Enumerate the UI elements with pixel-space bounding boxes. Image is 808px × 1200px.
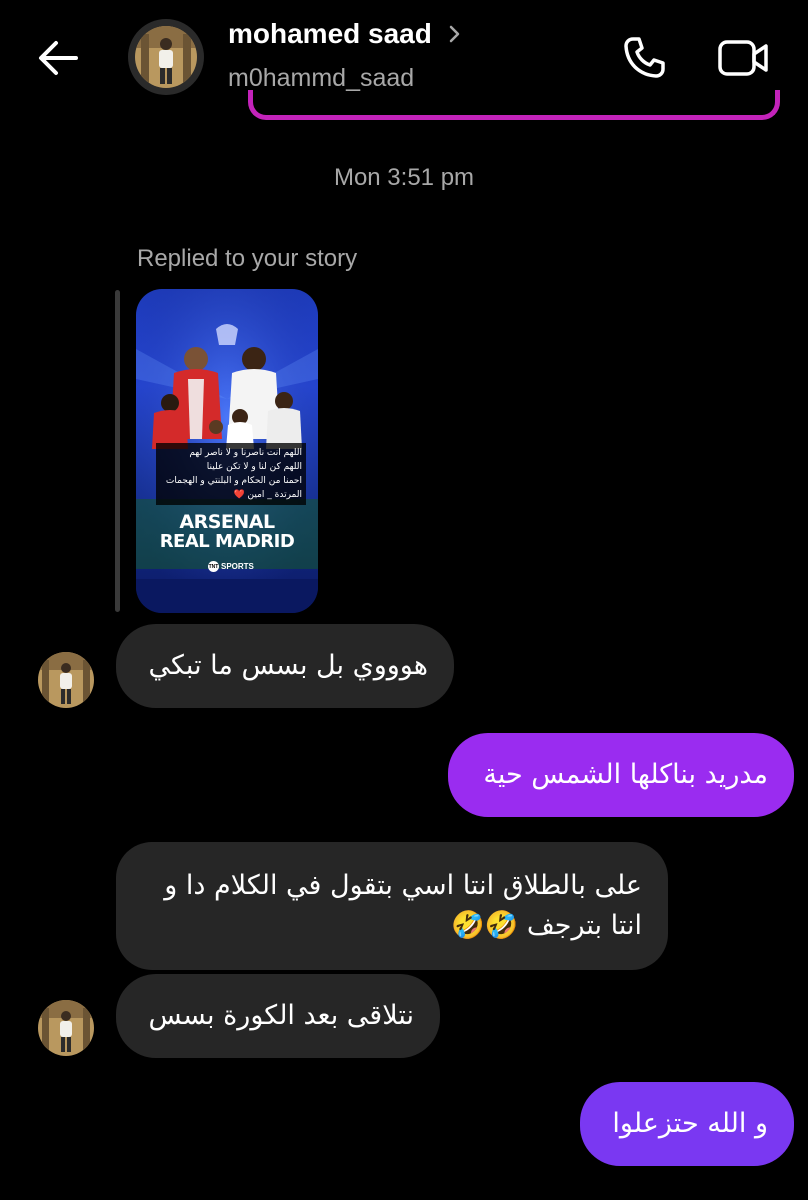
incoming-message[interactable]: نتلاقى بعد الكورة بسس [116, 974, 440, 1058]
incoming-message[interactable]: على بالطلاق انتا اسي بتقول في الكلام دا … [116, 842, 668, 970]
outgoing-message[interactable]: مدريد بناكلها الشمس حية [448, 733, 794, 817]
story-brand-label: SPORTS [221, 562, 254, 571]
story-caption-line: اللهم انت ناصرنا و لا ناصر لهم [189, 448, 302, 458]
username: m0hammd_saad [228, 64, 415, 92]
story-preview[interactable]: اللهم انت ناصرنا و لا ناصر لهم اللهم كن … [136, 289, 318, 613]
reply-indicator-bar [115, 290, 120, 612]
story-reply-caption: Replied to your story [137, 245, 358, 272]
story-caption: اللهم انت ناصرنا و لا ناصر لهم اللهم كن … [156, 443, 306, 505]
chat-header: mohamed saad m0hammd_saad [0, 0, 808, 125]
header-avatar[interactable] [128, 19, 204, 95]
story-caption-line: اللهم كن لنا و لا تكن علينا [206, 462, 302, 472]
back-button[interactable] [30, 30, 86, 86]
story-brand: TNT SPORTS [208, 561, 254, 572]
sender-avatar[interactable] [38, 1000, 94, 1056]
chevron-right-icon [449, 25, 460, 43]
profile-photo [135, 26, 197, 88]
outgoing-message[interactable]: و الله حتزعلوا [580, 1082, 794, 1166]
tnt-logo-icon: TNT [208, 561, 219, 572]
profile-name-link[interactable]: mohamed saad [228, 18, 464, 50]
previous-message-bubble-edge [248, 90, 780, 120]
story-title-arsenal: ARSENAL [179, 511, 275, 533]
profile-photo [38, 1000, 94, 1056]
video-call-button[interactable] [712, 30, 776, 86]
phone-icon [624, 37, 665, 78]
message-timestamp: Mon 3:51 pm [333, 164, 475, 191]
video-camera-icon [718, 40, 768, 76]
story-caption-line: احمنا من الحكام و البلنتي و الهجمات [165, 476, 302, 486]
display-name: mohamed saad [228, 18, 432, 49]
back-arrow-icon [39, 41, 78, 75]
sender-avatar[interactable] [38, 652, 94, 708]
profile-photo [38, 652, 94, 708]
audio-call-button[interactable] [616, 30, 672, 86]
incoming-message[interactable]: هوووي بل بسس ما تبكي [116, 624, 454, 708]
story-caption-line: المرتدة _ امين ❤️ [233, 490, 302, 500]
story-title-real-madrid: REAL MADRID [159, 531, 295, 552]
